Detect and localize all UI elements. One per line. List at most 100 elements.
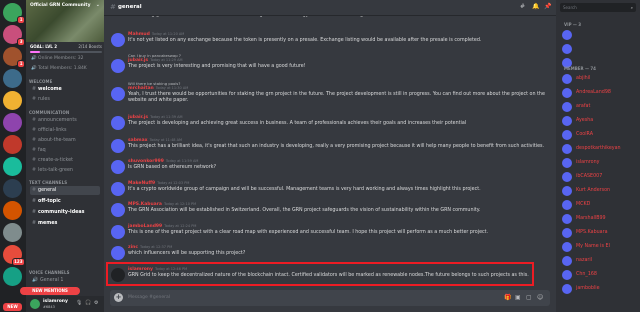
member-item[interactable]: Ayesha bbox=[562, 114, 638, 128]
channel-welcome[interactable]: # welcome bbox=[30, 85, 100, 94]
gift-icon[interactable]: 🎁 bbox=[504, 294, 511, 301]
message-author[interactable]: MakeNuff9 Today at 12:03 PM bbox=[128, 181, 189, 186]
member-item[interactable] bbox=[562, 42, 638, 56]
server-icon[interactable] bbox=[3, 135, 22, 154]
new-mentions-button[interactable]: NEW MENTIONS bbox=[20, 287, 80, 295]
avatar[interactable] bbox=[111, 225, 125, 239]
member-item[interactable]: despotkarthikeyan bbox=[562, 142, 638, 156]
member-item[interactable]: ibCASE007 bbox=[562, 170, 638, 184]
message-author[interactable]: sabmax Today at 11:48 AM bbox=[128, 138, 182, 143]
message-author[interactable]: jubair.js Today at 11:29 AM bbox=[128, 58, 183, 63]
emoji-icon[interactable]: ☺ bbox=[537, 294, 543, 301]
message-composer[interactable]: + Message #general 🎁 ▣ ▢ ☺ bbox=[110, 290, 550, 306]
pin-icon[interactable]: 📌 bbox=[544, 3, 551, 10]
channel-about-the-team[interactable]: # about-the-team bbox=[30, 136, 100, 145]
user-avatar[interactable] bbox=[30, 299, 40, 309]
search-icon[interactable]: ⌕ bbox=[631, 3, 633, 12]
channel-general[interactable]: # general bbox=[30, 186, 100, 195]
avatar[interactable] bbox=[111, 160, 125, 174]
channel-create-a-ticket[interactable]: # create-a-ticket bbox=[30, 156, 100, 165]
member-item[interactable]: MPS.Kabuara bbox=[562, 226, 638, 240]
threads-icon[interactable]: # bbox=[520, 3, 525, 10]
channel-memes[interactable]: # memes bbox=[30, 219, 100, 228]
server-icon[interactable] bbox=[3, 91, 22, 110]
message-author[interactable]: zinc Today at 12:37 PM bbox=[128, 245, 172, 250]
member-item[interactable]: MCKD bbox=[562, 198, 638, 212]
member-item[interactable]: AndreaLand98 bbox=[562, 86, 638, 100]
server-icon[interactable] bbox=[3, 69, 22, 88]
channel-community-ideas[interactable]: # community-ideas bbox=[30, 208, 100, 217]
server-icon[interactable] bbox=[3, 179, 22, 198]
server-badge: 3 bbox=[17, 38, 25, 46]
member-item[interactable]: jamboblie bbox=[562, 282, 638, 296]
sticker-icon[interactable]: ▢ bbox=[526, 294, 532, 301]
server-icon[interactable] bbox=[3, 157, 22, 176]
member-item[interactable]: Kurt Anderson bbox=[562, 184, 638, 198]
goal-label: GOAL: LVL 2 bbox=[30, 44, 58, 49]
microphone-icon[interactable]: 🎙 bbox=[76, 300, 82, 306]
total-members-stat: 🔊 Total Members: 1.84K bbox=[31, 66, 87, 71]
headphones-icon[interactable]: 🎧 bbox=[85, 300, 91, 306]
avatar bbox=[562, 214, 572, 224]
bell-icon[interactable]: 🔔 bbox=[532, 3, 539, 10]
message-author[interactable]: jubair.js Today at 11:39 AM bbox=[128, 115, 183, 120]
member-item[interactable]: arafat bbox=[562, 100, 638, 114]
channel-lets-talk-green[interactable]: # lets-talk-green bbox=[30, 166, 100, 175]
message-author[interactable]: Mahmud Today at 11:20 AM bbox=[128, 32, 184, 37]
message-author[interactable]: shuvonkor999 Today at 11:59 AM bbox=[128, 159, 198, 164]
avatar bbox=[562, 102, 572, 112]
avatar[interactable] bbox=[111, 116, 125, 130]
gif-icon[interactable]: ▣ bbox=[515, 294, 521, 301]
category-text-channels[interactable]: TEXT CHANNELS bbox=[29, 180, 67, 185]
avatar[interactable] bbox=[111, 59, 125, 73]
avatar[interactable] bbox=[111, 182, 125, 196]
message-author[interactable]: MPS.Kabuara Today at 12:10 PM bbox=[128, 202, 196, 207]
server-icon[interactable]: 123 bbox=[3, 245, 25, 266]
member-item[interactable]: nazaril bbox=[562, 254, 638, 268]
server-icon[interactable] bbox=[3, 113, 22, 132]
hash-icon: # bbox=[110, 3, 116, 11]
server-icon[interactable] bbox=[3, 223, 22, 242]
server-icon[interactable]: 1 bbox=[3, 3, 25, 24]
avatar[interactable] bbox=[111, 139, 125, 153]
category-welcome[interactable]: WELCOME bbox=[29, 79, 52, 84]
member-item[interactable]: abjihil bbox=[562, 72, 638, 86]
voice-channel-general-1[interactable]: 🔊 General 1 bbox=[30, 276, 100, 285]
category-voice-channels[interactable]: VOICE CHANNELS bbox=[29, 270, 70, 275]
channel-faq[interactable]: # faq bbox=[30, 146, 100, 155]
message-input[interactable]: Message #general bbox=[128, 295, 170, 300]
gear-icon[interactable]: ⚙ bbox=[94, 300, 98, 306]
member-item[interactable] bbox=[562, 28, 638, 42]
plus-icon[interactable]: + bbox=[114, 293, 123, 302]
avatar[interactable] bbox=[111, 87, 125, 101]
new-indicator[interactable]: NEW bbox=[3, 303, 22, 311]
member-item[interactable]: CoolRA bbox=[562, 128, 638, 142]
avatar[interactable] bbox=[111, 246, 125, 260]
channel-off-topic[interactable]: # off-topic bbox=[30, 197, 100, 206]
channel-official-links[interactable]: # official-links bbox=[30, 126, 100, 135]
message-author[interactable]: jamboLand99 Today at 12:24 PM bbox=[128, 224, 196, 229]
member-item[interactable]: islamrony bbox=[562, 156, 638, 170]
search-input[interactable]: Search ⌕ bbox=[560, 3, 636, 12]
hash-icon: # bbox=[32, 210, 37, 215]
boost-goal[interactable]: GOAL: LVL 2 2/14 Boosts bbox=[30, 44, 102, 53]
message-author[interactable]: islamrony Today at 12:46 PM bbox=[128, 267, 187, 272]
server-icon[interactable]: 1 bbox=[3, 47, 25, 68]
server-icon[interactable]: 3 bbox=[3, 25, 25, 46]
avatar[interactable] bbox=[111, 33, 125, 47]
message-text: This project has a brilliant idea, it's … bbox=[128, 144, 545, 149]
channel-announcements[interactable]: # announcements bbox=[30, 116, 100, 125]
message-author[interactable]: mrchaitan Today at 11:30 AM bbox=[128, 86, 188, 91]
member-item[interactable]: MarshallB99 bbox=[562, 212, 638, 226]
member-item[interactable]: My Name is El bbox=[562, 240, 638, 254]
server-banner[interactable]: Official GRN Community ⌄ bbox=[26, 0, 104, 42]
member-item[interactable]: Chn_168 bbox=[562, 268, 638, 282]
chevron-down-icon[interactable]: ⌄ bbox=[96, 2, 100, 8]
server-icon[interactable] bbox=[3, 267, 22, 286]
hash-icon: # bbox=[32, 188, 37, 193]
avatar[interactable] bbox=[111, 268, 125, 282]
category-communication[interactable]: COMMUNICATION bbox=[29, 110, 69, 115]
avatar[interactable] bbox=[111, 203, 125, 217]
server-icon[interactable] bbox=[3, 201, 22, 220]
channel-rules[interactable]: # rules bbox=[30, 95, 100, 104]
